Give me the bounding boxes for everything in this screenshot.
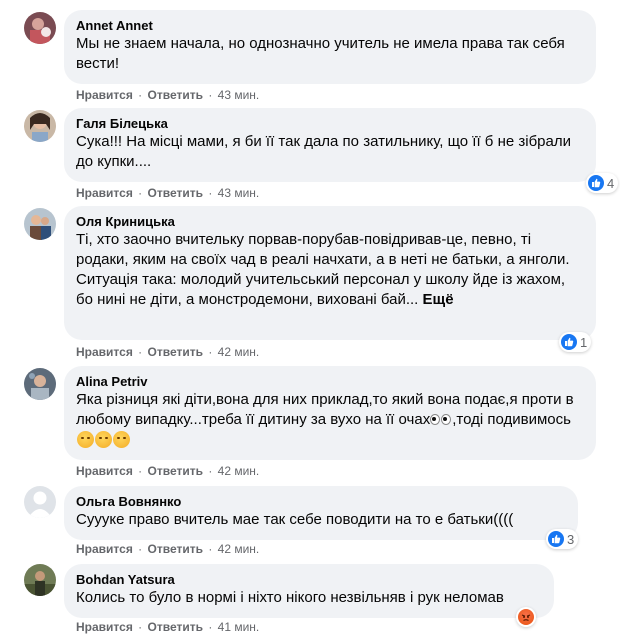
- comment-actions: Нравится · Ответить · 43 мин.: [76, 88, 259, 102]
- comment-bubble: Bohdan Yatsura Колись то було в нормі і …: [64, 564, 554, 618]
- thinking-emoji: [113, 431, 130, 448]
- comment-actions: Нравится · Ответить · 42 мин.: [76, 542, 259, 556]
- avatar[interactable]: [24, 12, 56, 44]
- separator: ·: [138, 620, 143, 634]
- like-link[interactable]: Нравится: [76, 88, 133, 102]
- like-link[interactable]: Нравится: [76, 542, 133, 556]
- reaction-summary[interactable]: 1: [559, 332, 592, 352]
- like-icon: [548, 531, 564, 547]
- reply-link[interactable]: Ответить: [148, 186, 203, 200]
- reaction-summary[interactable]: [516, 607, 536, 627]
- comment-author[interactable]: Alina Petriv: [76, 374, 584, 390]
- comment-bubble: Галя Білецька Сука!!! На місці мами, я б…: [64, 108, 596, 182]
- like-link[interactable]: Нравится: [76, 620, 133, 634]
- comment-bubble: Annet Annet Мы не знаем начала, но одноз…: [64, 10, 596, 84]
- comment-author[interactable]: Ольга Вовнянко: [76, 494, 566, 510]
- avatar[interactable]: [24, 564, 56, 596]
- separator: ·: [208, 88, 213, 102]
- reaction-count: 3: [567, 531, 575, 547]
- avatar[interactable]: [24, 486, 56, 518]
- angry-icon: [518, 609, 534, 625]
- comment-actions: Нравится · Ответить · 42 мин.: [76, 345, 259, 359]
- comment-bubble: Оля Криницька Ті, хто заочно вчительку п…: [64, 206, 596, 340]
- like-link[interactable]: Нравится: [76, 186, 133, 200]
- comment-text: Сука!!! На місці мами, я би її так дала …: [76, 133, 576, 170]
- timestamp[interactable]: 43 мин.: [218, 186, 260, 200]
- separator: ·: [208, 464, 213, 478]
- reaction-summary[interactable]: 3: [546, 529, 579, 549]
- timestamp[interactable]: 43 мин.: [218, 88, 260, 102]
- comment-text-body: Ті, хто заочно вчительку порвав-порубав-…: [76, 231, 570, 308]
- reaction-count: 1: [580, 334, 588, 350]
- reply-link[interactable]: Ответить: [148, 464, 203, 478]
- thinking-emoji: [77, 431, 94, 448]
- comment-text: Ті, хто заочно вчительку порвав-порубав-…: [76, 230, 584, 310]
- comment-author[interactable]: Annet Annet: [76, 18, 584, 34]
- comment-actions: Нравится · Ответить · 41 мин.: [76, 620, 259, 634]
- like-link[interactable]: Нравится: [76, 464, 133, 478]
- timestamp[interactable]: 42 мин.: [218, 464, 260, 478]
- comment-author[interactable]: Bohdan Yatsura: [76, 572, 542, 588]
- separator: ·: [208, 345, 213, 359]
- timestamp[interactable]: 42 мин.: [218, 542, 260, 556]
- separator: ·: [208, 186, 213, 200]
- avatar[interactable]: [24, 110, 56, 142]
- comment-text-part: ,тоді подивимось: [452, 411, 571, 428]
- like-icon: [561, 334, 577, 350]
- reply-link[interactable]: Ответить: [148, 542, 203, 556]
- eyes-emoji: [430, 411, 452, 431]
- comment-actions: Нравится · Ответить · 42 мин.: [76, 464, 259, 478]
- separator: ·: [208, 620, 213, 634]
- separator: ·: [138, 542, 143, 556]
- timestamp[interactable]: 42 мин.: [218, 345, 260, 359]
- comment-author[interactable]: Оля Криницька: [76, 214, 584, 230]
- comment-bubble: Alina Petriv Яка різниця які діти,вона д…: [64, 366, 596, 460]
- separator: ·: [138, 186, 143, 200]
- avatar[interactable]: [24, 368, 56, 400]
- reply-link[interactable]: Ответить: [148, 620, 203, 634]
- reply-link[interactable]: Ответить: [148, 88, 203, 102]
- see-more-link[interactable]: Ещё: [423, 291, 454, 308]
- avatar[interactable]: [24, 208, 56, 240]
- separator: ·: [208, 542, 213, 556]
- separator: ·: [138, 345, 143, 359]
- comment-text: Мы не знаем начала, но однозначно учител…: [76, 35, 569, 72]
- reaction-count: 4: [607, 175, 615, 191]
- separator: ·: [138, 464, 143, 478]
- comment-text: Яка різниця які діти,вона для них прикла…: [76, 390, 584, 451]
- comment-text: Суууке право вчитель мае так себе поводи…: [76, 511, 514, 528]
- comment-text: Колись то було в нормі і ніхто нікого не…: [76, 589, 504, 606]
- separator: ·: [138, 88, 143, 102]
- like-icon: [588, 175, 604, 191]
- thinking-emoji: [95, 431, 112, 448]
- reply-link[interactable]: Ответить: [148, 345, 203, 359]
- like-link[interactable]: Нравится: [76, 345, 133, 359]
- reaction-summary[interactable]: 4: [586, 173, 619, 193]
- timestamp[interactable]: 41 мин.: [218, 620, 260, 634]
- comment-author[interactable]: Галя Білецька: [76, 116, 584, 132]
- comment-bubble: Ольга Вовнянко Суууке право вчитель мае …: [64, 486, 578, 540]
- comment-actions: Нравится · Ответить · 43 мин.: [76, 186, 259, 200]
